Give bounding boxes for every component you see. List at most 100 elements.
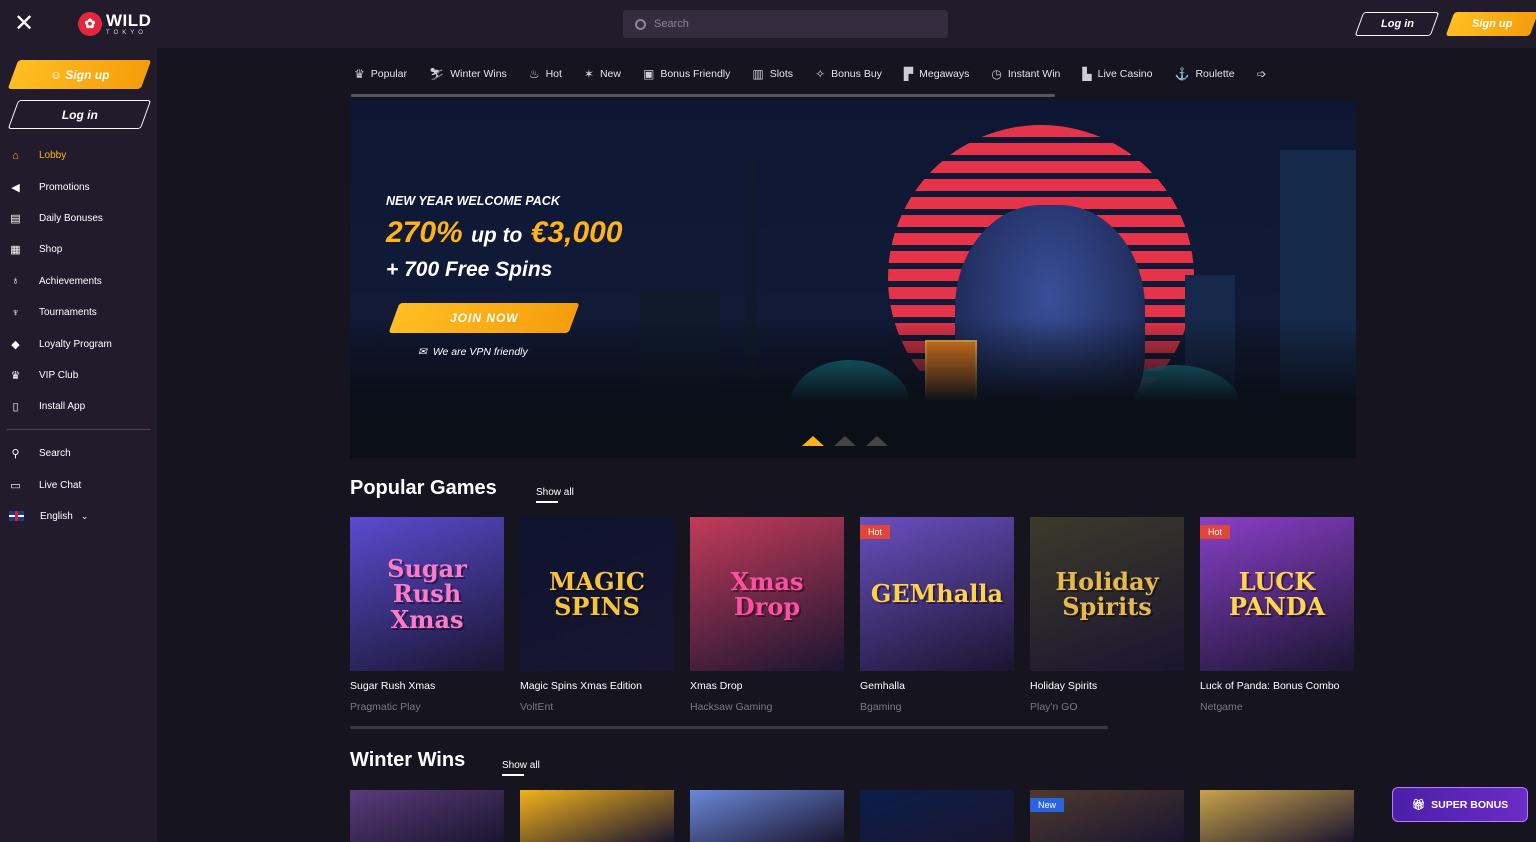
game-card[interactable]: Holiday Spirits Holiday Spirits Play'n G… xyxy=(1030,517,1184,713)
flame-icon: ♨ xyxy=(528,67,540,81)
category-bar: ♛ Popular ⛷ Winter Wins ♨ Hot ✶ New ▣ Bonus F… xyxy=(350,60,1356,88)
game-thumbnail[interactable] xyxy=(690,790,844,842)
join-now-button[interactable]: JOIN NOW xyxy=(388,303,580,333)
category-new[interactable]: ✶ New xyxy=(584,67,621,81)
game-card[interactable]: Hot GEMhalla Gemhalla Bgaming xyxy=(860,517,1014,713)
popular-games-scrollbar[interactable] xyxy=(350,726,1108,729)
game-art-text: GEMhalla xyxy=(870,579,1004,609)
language-selector[interactable]: English ⌄ xyxy=(0,501,157,532)
popular-show-all-link[interactable]: Show all xyxy=(536,487,574,503)
game-thumbnail[interactable] xyxy=(860,790,1014,842)
search-input[interactable]: Search xyxy=(623,10,948,38)
vpn-text: We are VPN friendly xyxy=(432,346,528,358)
slide-indicators xyxy=(802,436,888,446)
sidebar-signup-label: Sign up xyxy=(65,67,110,82)
slot-machine-icon: ▥ xyxy=(752,67,764,81)
game-thumbnail[interactable]: MAGIC SPINS xyxy=(520,517,674,671)
slide-dot[interactable] xyxy=(834,436,856,446)
sidebar-item-lobby[interactable]: ⌂ Lobby xyxy=(0,140,157,171)
live-casino-icon: ▙ xyxy=(1082,67,1092,81)
game-thumbnail[interactable]: Sugar Rush Xmas xyxy=(350,517,504,671)
sidebar-item-loyalty-program[interactable]: ◆ Loyalty Program xyxy=(0,328,157,359)
category-label: Instant Win xyxy=(1007,68,1061,80)
sidebar-item-install-app[interactable]: ▯ Install App xyxy=(0,391,157,422)
megaways-icon: ▛ xyxy=(903,67,914,81)
category-hot[interactable]: ♨ Hot xyxy=(529,67,562,81)
game-title[interactable]: Holiday Spirits xyxy=(1030,680,1184,692)
signup-button[interactable]: Sign up xyxy=(1445,12,1536,36)
sidebar-item-search[interactable]: ⚲ Search xyxy=(0,438,157,469)
sidebar-item-label: Search xyxy=(39,448,71,460)
sidebar-item-shop[interactable]: ▦ Shop xyxy=(0,234,157,265)
sidebar-item-label: Achievements xyxy=(39,275,102,287)
game-art-text: LUCK PANDA xyxy=(1228,566,1326,621)
bonus-buy-icon: ✧ xyxy=(815,67,826,81)
game-title[interactable]: Sugar Rush Xmas xyxy=(350,680,504,692)
sidebar-item-promotions[interactable]: ◀ Promotions xyxy=(0,171,157,202)
game-provider: Pragmatic Play xyxy=(350,701,421,713)
category-live-casino[interactable]: ▙ Live Casino xyxy=(1082,67,1152,81)
category-scrollbar[interactable] xyxy=(351,94,1055,97)
category-roulette[interactable]: ⚓ Roulette xyxy=(1174,67,1234,81)
logo-badge-icon: ✿ xyxy=(78,12,102,36)
winter-show-all-link[interactable]: Show all xyxy=(502,760,540,776)
sidebar-login-button[interactable]: Log in xyxy=(7,100,152,129)
game-thumbnail[interactable]: Hot LUCK PANDA xyxy=(1200,517,1354,671)
category-scroll-right[interactable]: ➩ xyxy=(1257,67,1273,81)
shop-icon: ▦ xyxy=(10,244,21,257)
crown-icon: ♛ xyxy=(354,67,365,81)
new-icon: ✶ xyxy=(583,67,594,81)
game-thumbnail[interactable]: Hot GEMhalla xyxy=(860,517,1014,671)
game-card[interactable]: Xmas Drop Xmas Drop Hacksaw Gaming xyxy=(690,517,844,713)
login-button[interactable]: Log in xyxy=(1354,12,1440,36)
game-title[interactable]: Xmas Drop xyxy=(690,680,844,692)
category-bonus-friendly[interactable]: ▣ Bonus Friendly xyxy=(643,67,730,81)
game-title[interactable]: Magic Spins Xmas Edition xyxy=(520,680,674,692)
sidebar-item-daily-bonuses[interactable]: ▤ Daily Bonuses xyxy=(0,203,157,234)
game-thumbnail[interactable] xyxy=(520,790,674,842)
sidebar-item-label: VIP Club xyxy=(39,369,79,381)
roulette-icon: ⚓ xyxy=(1174,67,1190,81)
sidebar-item-vip-club[interactable]: ♛ VIP Club xyxy=(0,360,157,391)
phone-icon: ▯ xyxy=(12,401,19,414)
sidebar-item-achievements[interactable]: ♁ Achievements xyxy=(0,266,157,297)
category-megaways[interactable]: ▛ Megaways xyxy=(904,67,969,81)
diamond-icon: ◆ xyxy=(11,338,20,351)
slide-dot[interactable] xyxy=(802,436,824,446)
search-icon xyxy=(635,18,646,30)
hero-title-upto: up to xyxy=(471,224,523,247)
category-label: Slots xyxy=(769,68,794,80)
game-thumbnail[interactable]: New xyxy=(1030,790,1184,842)
sidebar-nav: ⌂ Lobby ◀ Promotions ▤ Daily Bonuses ▦ S… xyxy=(0,140,157,423)
game-title[interactable]: Luck of Panda: Bonus Combo xyxy=(1200,680,1354,692)
category-winter-wins[interactable]: ⛷ Winter Wins xyxy=(429,67,507,81)
category-slots[interactable]: ▥ Slots xyxy=(752,67,793,81)
category-instant-win[interactable]: ◷ Instant Win xyxy=(991,67,1060,81)
game-thumbnail[interactable]: Holiday Spirits xyxy=(1030,517,1184,671)
game-card[interactable]: MAGIC SPINS Magic Spins Xmas Edition Vol… xyxy=(520,517,674,713)
game-title[interactable]: Gemhalla xyxy=(860,680,1014,692)
category-label: Winter Wins xyxy=(450,68,507,80)
sidebar-item-label: Shop xyxy=(39,244,63,256)
close-icon[interactable]: ✕ xyxy=(12,12,36,36)
game-thumbnail[interactable] xyxy=(1200,790,1354,842)
game-thumbnail[interactable]: Xmas Drop xyxy=(690,517,844,671)
sidebar-item-label: Lobby xyxy=(39,150,67,162)
category-bonus-buy[interactable]: ✧ Bonus Buy xyxy=(815,67,882,81)
category-popular[interactable]: ♛ Popular xyxy=(354,67,407,81)
game-thumbnail[interactable] xyxy=(350,790,504,842)
super-bonus-label: SUPER BONUS xyxy=(1431,798,1509,811)
sidebar-item-tournaments[interactable]: ♆ Tournaments xyxy=(0,297,157,328)
game-card[interactable]: Sugar Rush Xmas Sugar Rush Xmas Pragmati… xyxy=(350,517,504,713)
category-label: Roulette xyxy=(1195,68,1235,80)
sidebar-item-label: Daily Bonuses xyxy=(39,212,103,224)
hero-banner[interactable]: NEW YEAR WELCOME PACK 270% up to €3,000 … xyxy=(350,100,1356,458)
game-card[interactable]: Hot LUCK PANDA Luck of Panda: Bonus Comb… xyxy=(1200,517,1354,713)
sidebar-divider xyxy=(7,429,151,430)
super-bonus-button[interactable]: 🎁︎ SUPER BONUS xyxy=(1392,787,1528,822)
slide-dot[interactable] xyxy=(866,436,888,446)
game-art-text: MAGIC SPINS xyxy=(548,566,645,621)
sidebar-signup-button[interactable]: ☺ Sign up xyxy=(7,60,152,89)
sidebar-item-live-chat[interactable]: ▭ Live Chat xyxy=(0,469,157,500)
logo[interactable]: ✿ WILD TOKYO xyxy=(78,9,151,39)
